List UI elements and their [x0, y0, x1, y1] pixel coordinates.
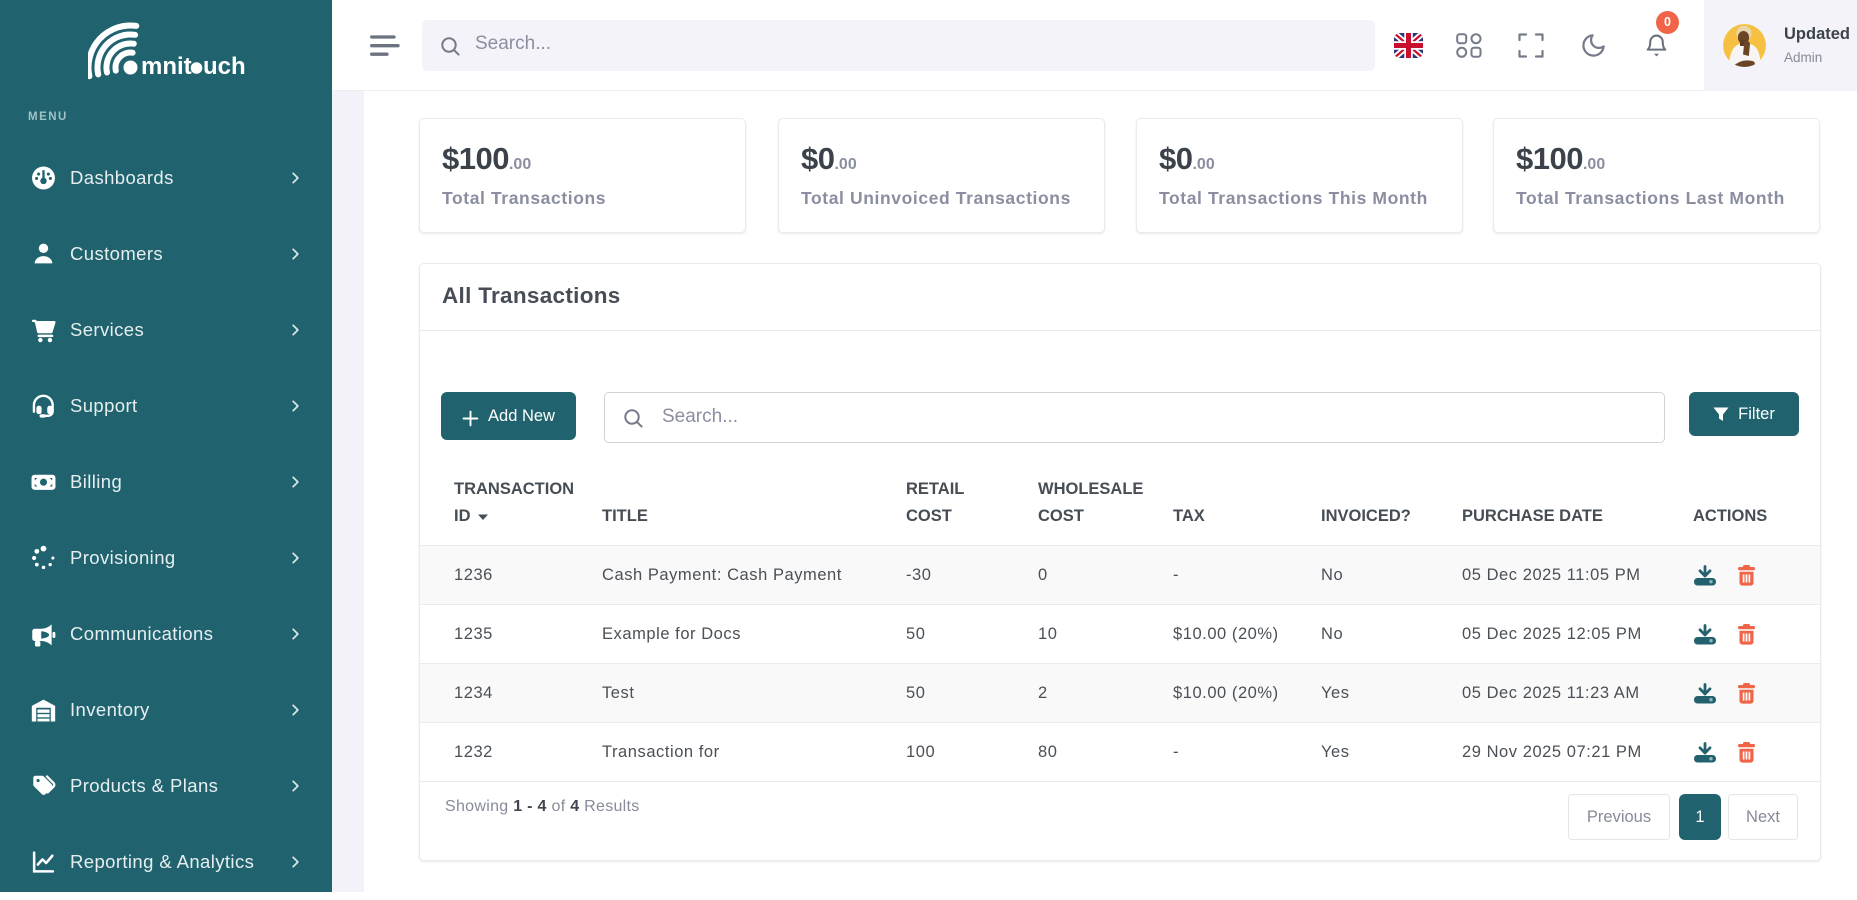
svg-text:mnit: mnit: [141, 53, 192, 80]
svg-text:uch: uch: [203, 53, 246, 80]
